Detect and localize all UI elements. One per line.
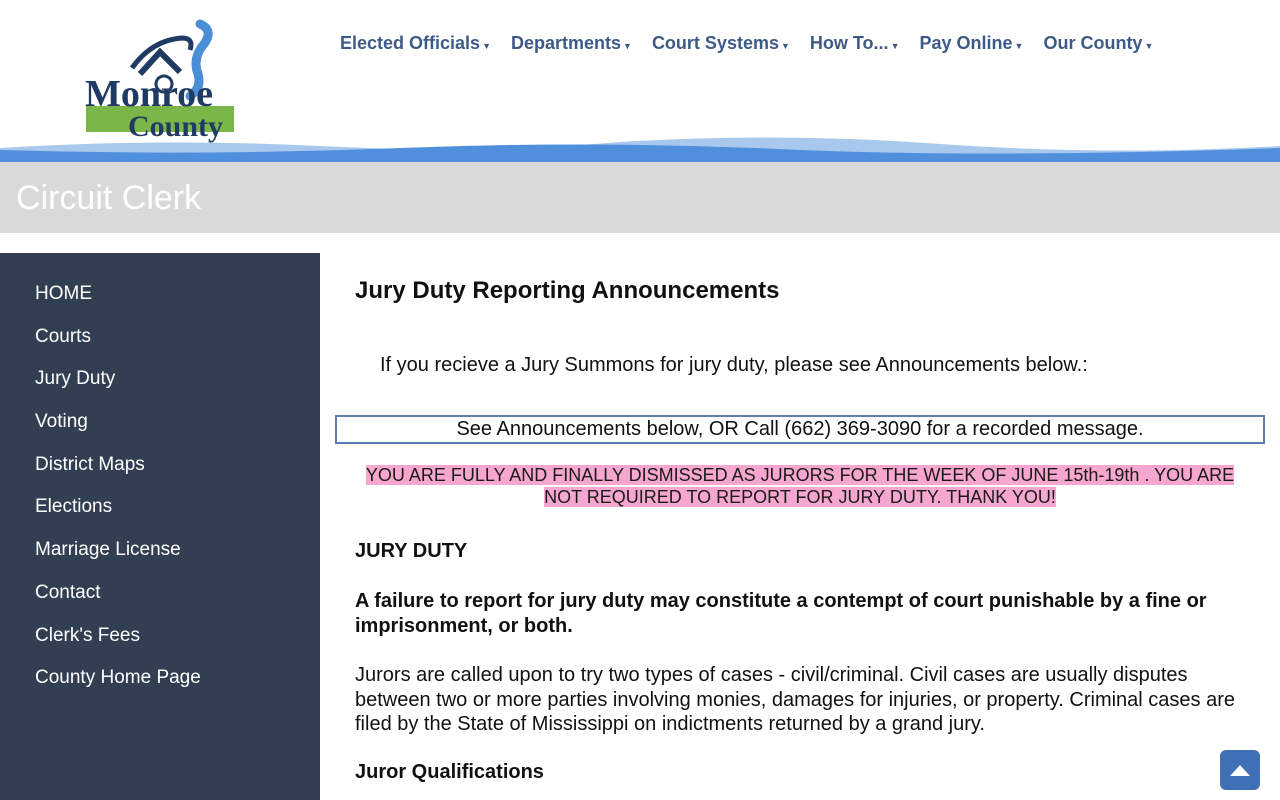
announcements-heading: Jury Duty Reporting Announcements: [355, 277, 780, 304]
sidebar-item-district-maps[interactable]: District Maps: [0, 453, 320, 496]
chevron-up-icon: [1230, 765, 1250, 776]
caret-down-icon: ▼: [1014, 40, 1024, 51]
monroe-county-logo[interactable]: Monroe County: [82, 18, 242, 144]
nav-our-county[interactable]: Our County ▼: [1043, 33, 1153, 54]
case-types-paragraph: Jurors are called upon to try two types …: [355, 664, 1236, 735]
caret-down-icon: ▼: [482, 40, 491, 51]
nav-label: Court Systems: [651, 33, 779, 53]
nav-label: Elected Officials: [340, 33, 481, 53]
nav-label: Departments: [510, 33, 622, 53]
contempt-warning: A failure to report for jury duty may co…: [355, 590, 1207, 637]
logo-text-monroe: Monroe: [85, 73, 213, 115]
nav-elected-officials[interactable]: Elected Officials ▼: [340, 33, 491, 54]
dismissal-notice: YOU ARE FULLY AND FINALLY DISMISSED AS J…: [335, 464, 1265, 508]
main-content: Jury Duty Reporting Announcements If you…: [335, 253, 1265, 800]
nav-label: Pay Online: [919, 33, 1013, 53]
recorded-message-box: See Announcements below, OR Call (662) 3…: [335, 415, 1265, 444]
caret-down-icon: ▼: [1144, 40, 1154, 51]
sidebar-item-jury-duty[interactable]: Jury Duty: [0, 367, 320, 410]
dismissal-line-1: YOU ARE FULLY AND FINALLY DISMISSED AS J…: [365, 465, 1235, 485]
caret-down-icon: ▼: [623, 40, 632, 51]
dismissal-line-2: NOT REQUIRED TO REPORT FOR JURY DUTY. TH…: [544, 487, 1056, 507]
sidebar-item-clerks-fees[interactable]: Clerk's Fees: [0, 624, 320, 667]
sidebar-item-elections[interactable]: Elections: [0, 495, 320, 538]
juror-qualifications-heading: Juror Qualifications: [355, 761, 544, 783]
nav-label: Our County: [1043, 33, 1143, 53]
nav-label: How To...: [809, 33, 889, 53]
sidebar-item-contact[interactable]: Contact: [0, 581, 320, 624]
sidebar: HOME Courts Jury Duty Voting District Ma…: [0, 253, 320, 800]
nav-pay-online[interactable]: Pay Online ▼: [919, 33, 1023, 54]
header-wave: [0, 137, 1280, 162]
sidebar-item-courts[interactable]: Courts: [0, 325, 320, 368]
intro-text: If you recieve a Jury Summons for jury d…: [380, 354, 1088, 376]
page-title: Circuit Clerk: [16, 179, 202, 217]
caret-down-icon: ▼: [780, 40, 790, 51]
sidebar-item-county-home-page[interactable]: County Home Page: [0, 666, 320, 709]
caret-down-icon: ▼: [890, 40, 900, 51]
nav-departments[interactable]: Departments ▼: [511, 33, 632, 54]
page-title-bar: Circuit Clerk: [0, 162, 1280, 233]
sidebar-item-marriage-license[interactable]: Marriage License: [0, 538, 320, 581]
top-navigation: Elected Officials ▼ Departments ▼ Court Sy…: [340, 33, 1153, 54]
back-to-top-button[interactable]: [1220, 750, 1260, 790]
sidebar-item-home[interactable]: HOME: [0, 282, 320, 325]
sidebar-item-voting[interactable]: Voting: [0, 410, 320, 453]
site-header: Monroe County Elected Officials ▼ Departm…: [0, 0, 1280, 162]
nav-how-to[interactable]: How To... ▼: [810, 33, 900, 54]
nav-court-systems[interactable]: Court Systems ▼: [652, 33, 790, 54]
jury-duty-heading: JURY DUTY: [355, 540, 468, 562]
